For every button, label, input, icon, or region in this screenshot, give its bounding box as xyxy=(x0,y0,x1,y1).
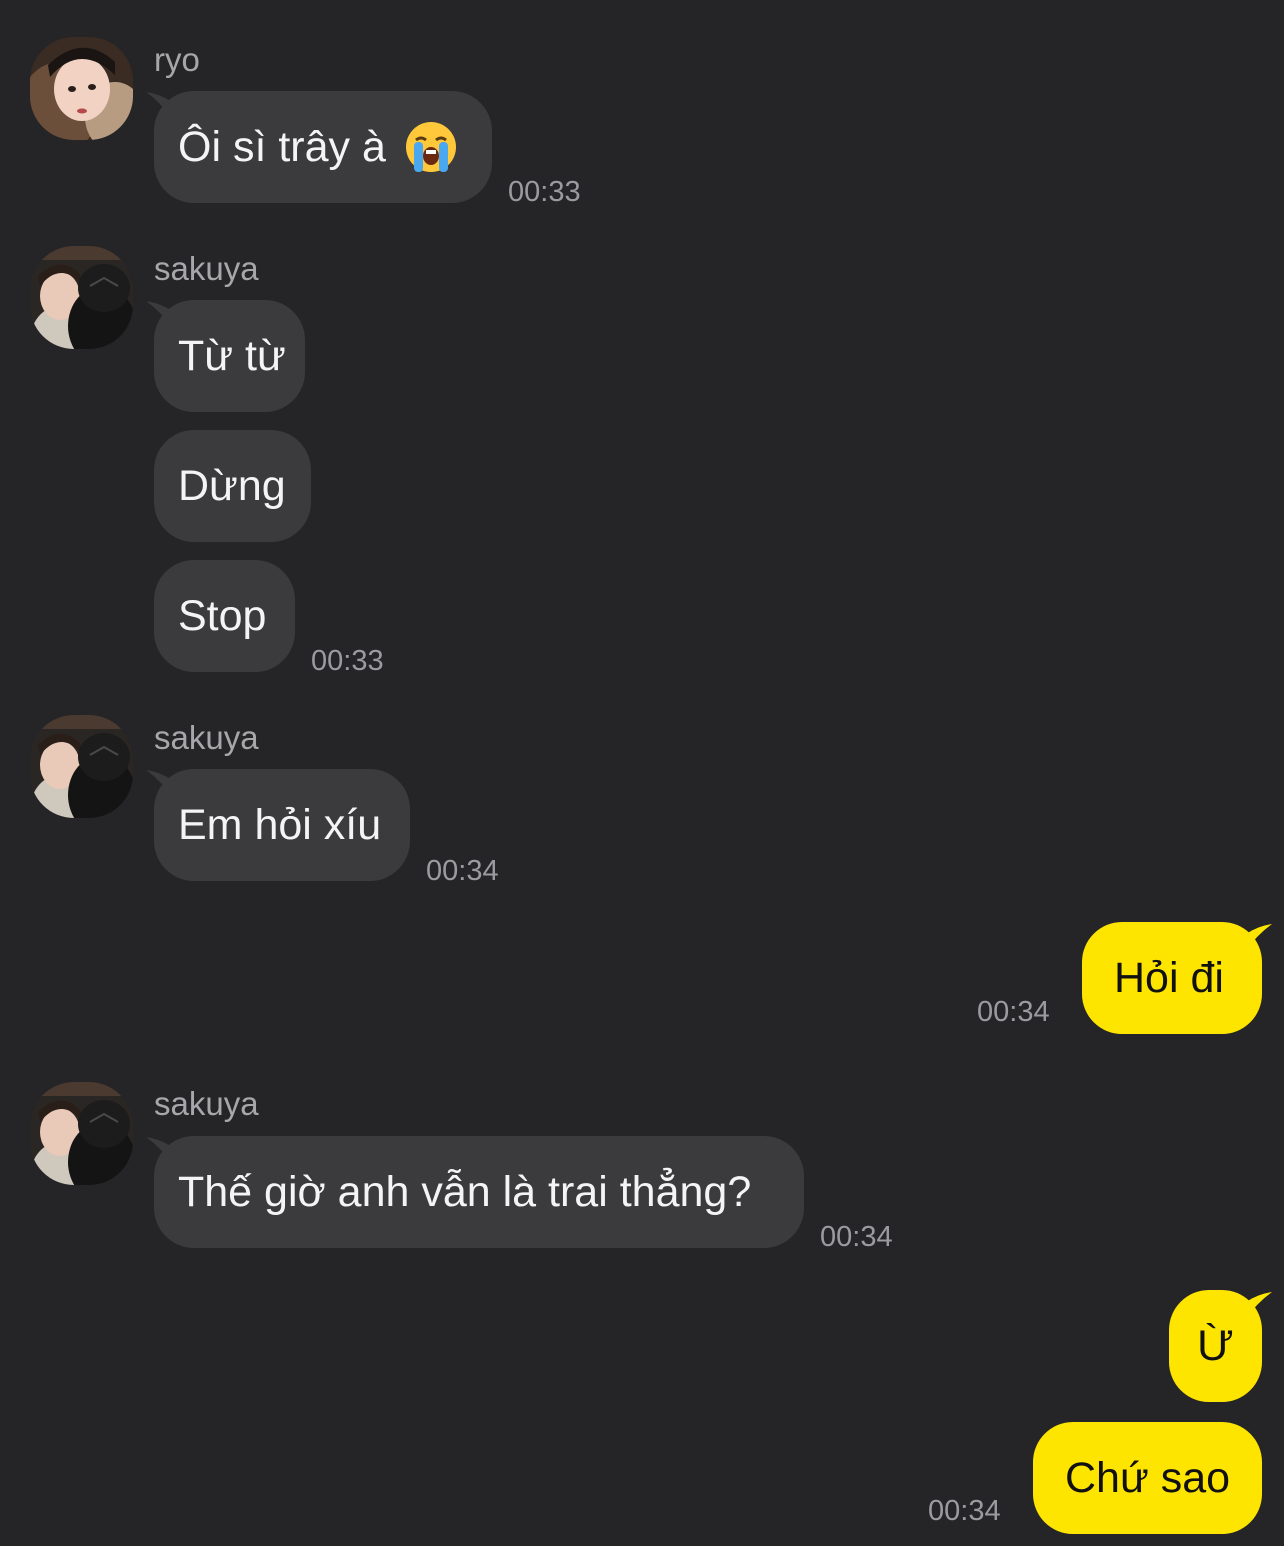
message-timestamp: 00:33 xyxy=(311,645,384,677)
message-timestamp: 00:34 xyxy=(928,1495,1001,1527)
message-text: Hỏi đi xyxy=(1114,953,1224,1002)
message-text: Ôi sì trây à xyxy=(178,122,386,171)
message-text: Dừng xyxy=(178,461,286,510)
avatar-sakuya[interactable] xyxy=(30,715,133,818)
message-bubble[interactable]: Ôi sì trây à xyxy=(154,91,492,203)
sender-name: sakuya xyxy=(154,1085,259,1122)
message-timestamp: 00:33 xyxy=(508,176,581,208)
message-bubble[interactable]: Từ từ xyxy=(154,300,305,412)
message-bubble[interactable]: Stop xyxy=(154,560,295,672)
message-bubble-outgoing[interactable]: Chứ sao xyxy=(1033,1422,1262,1534)
sender-name: sakuya xyxy=(154,250,259,287)
avatar-sakuya[interactable] xyxy=(30,1082,133,1185)
chat-message-list[interactable]: ryo Ôi sì trây à 00:33 sakuya Từ từ Dừng… xyxy=(0,0,1284,1546)
message-text: Ừ xyxy=(1197,1321,1234,1370)
message-text: Em hỏi xíu xyxy=(178,800,382,849)
sender-name: ryo xyxy=(154,41,200,78)
avatar-photo-sakuya xyxy=(30,715,133,818)
bubble-tail xyxy=(1246,924,1272,950)
message-timestamp: 00:34 xyxy=(977,996,1050,1028)
message-bubble[interactable]: Em hỏi xíu xyxy=(154,769,410,881)
message-text: Thế giờ anh vẫn là trai thẳng? xyxy=(178,1167,752,1216)
message-timestamp: 00:34 xyxy=(820,1221,893,1253)
sender-name: sakuya xyxy=(154,719,259,756)
message-text: Stop xyxy=(178,591,267,640)
avatar-photo-ryo xyxy=(30,37,133,140)
avatar-photo-sakuya xyxy=(30,246,133,349)
message-bubble-outgoing[interactable]: Hỏi đi xyxy=(1082,922,1262,1034)
bubble-tail xyxy=(1246,1292,1272,1318)
loudly-crying-face-icon xyxy=(405,122,456,172)
message-timestamp: 00:34 xyxy=(426,855,499,887)
avatar-sakuya[interactable] xyxy=(30,246,133,349)
avatar-photo-sakuya xyxy=(30,1082,133,1185)
message-bubble[interactable]: Dừng xyxy=(154,430,311,542)
message-bubble[interactable]: Thế giờ anh vẫn là trai thẳng? xyxy=(154,1136,804,1248)
avatar-ryo[interactable] xyxy=(30,37,133,140)
message-text: Chứ sao xyxy=(1065,1453,1231,1502)
message-text: Từ từ xyxy=(178,331,286,380)
